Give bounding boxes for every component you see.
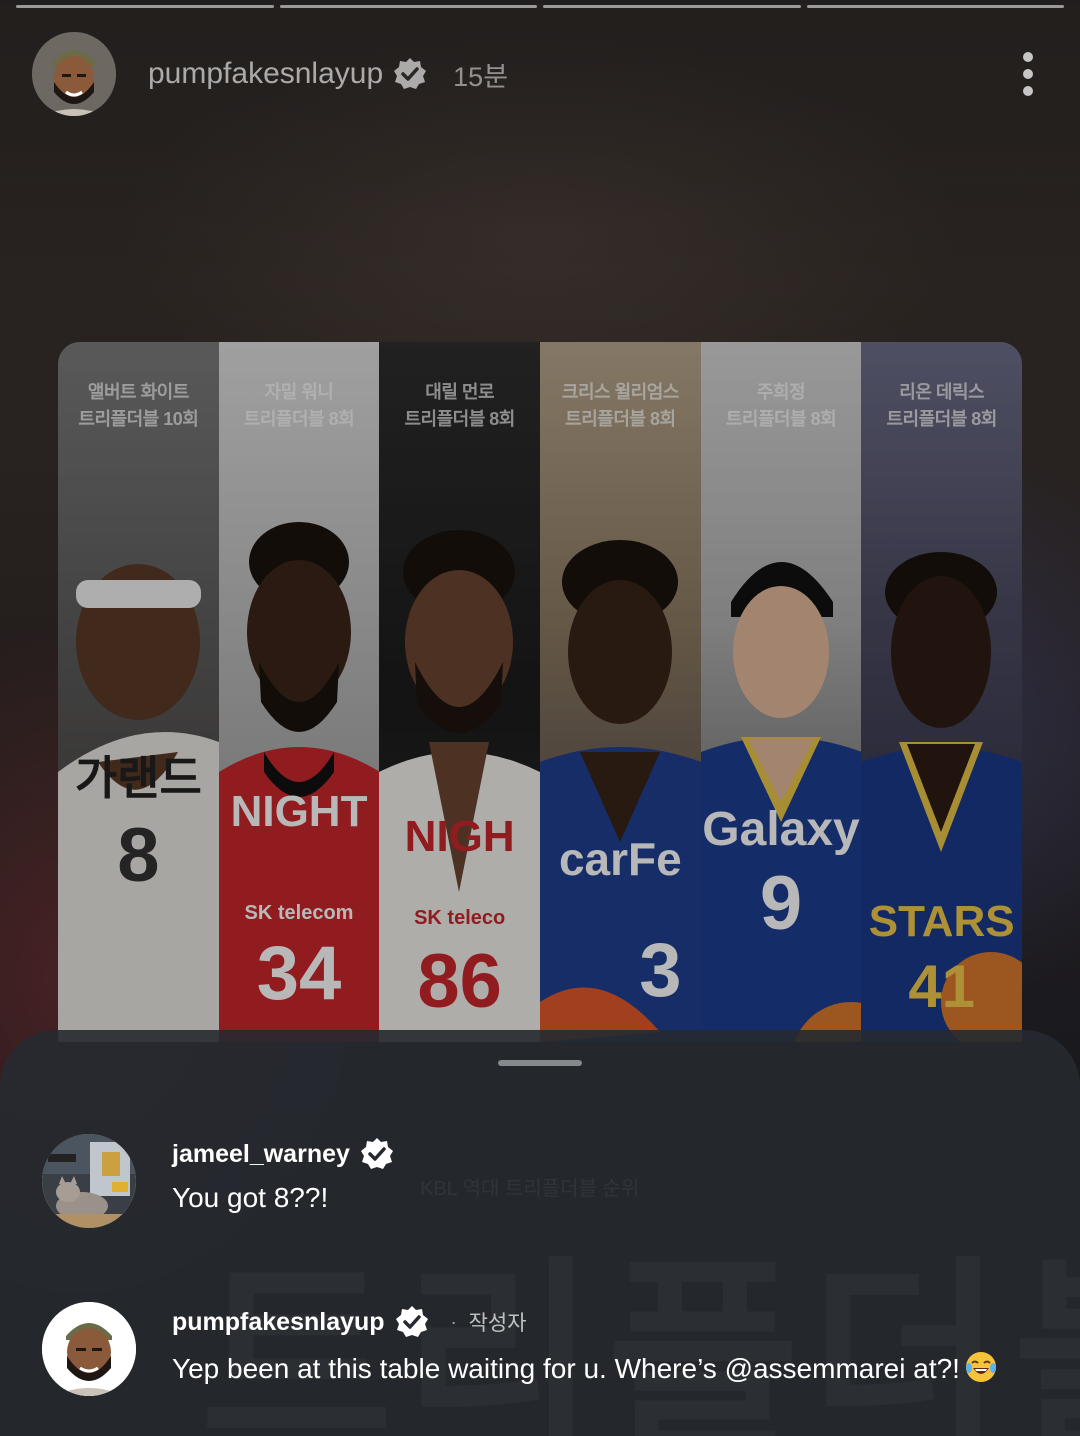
jersey-number: 41: [908, 953, 976, 1020]
player-record: 트리플더블 8회: [243, 409, 355, 429]
player-photo: [700, 562, 862, 1042]
player-name: 앨버트 화이트: [87, 382, 189, 402]
jersey-number: 8: [117, 813, 160, 898]
comment-text: You got 8??!: [172, 1182, 329, 1213]
reply-comment: pumpfakesnlayup · 작성자 Yep been at this t…: [42, 1302, 1060, 1396]
player-name: 리온 데릭스: [899, 382, 985, 402]
comment-text: Yep been at this table waiting for u. Wh…: [172, 1350, 998, 1385]
jersey-text: Galaxy: [702, 803, 860, 856]
verified-badge-icon: [395, 1305, 429, 1339]
jersey-text: carFe: [558, 833, 682, 885]
bearded-man-avatar-icon: [42, 1302, 136, 1396]
jersey-sponsor: SK teleco: [414, 907, 506, 929]
jersey-number: 34: [256, 931, 342, 1016]
progress-segment: [279, 5, 537, 8]
verified-badge-icon: [393, 57, 427, 91]
face-with-tears-of-joy-icon: [964, 1350, 998, 1384]
player-panel: 리온 데릭스 트리플더블 8회 STARS 41: [861, 342, 1022, 1042]
player-record: 트리플더블 8회: [886, 409, 998, 429]
post-timestamp: 15분: [453, 61, 509, 92]
commenter-avatar[interactable]: [42, 1302, 136, 1396]
jersey-text: 가랜드: [74, 752, 202, 804]
author-avatar[interactable]: [32, 32, 116, 116]
jersey-sponsor: SK telecom: [244, 902, 354, 924]
player-record: 트리플더블 8회: [404, 409, 515, 429]
jersey-text: STARS: [868, 897, 1015, 946]
player-name: 크리스 윌리엄스: [561, 382, 679, 402]
author-separator: ·: [450, 1311, 457, 1332]
commenter-username[interactable]: pumpfakesnlayup: [172, 1308, 385, 1337]
jersey-text: NIGH: [404, 812, 515, 861]
jersey-text: NIGHT: [230, 787, 368, 836]
comment-text-body: Yep been at this table waiting for u. Wh…: [172, 1353, 960, 1384]
player-panel: 자밀 워니 트리플더블 8회 NIGHT SK telecom 34: [218, 342, 380, 1042]
player-record: 트리플더블 8회: [725, 409, 837, 429]
commenter-avatar[interactable]: [42, 1134, 136, 1228]
story-graphic: 앨버트 화이트 트리플더블 10회 가랜드 8 자밀 워니 트리플더블 8회 N…: [58, 342, 1022, 1042]
progress-segment: [16, 5, 274, 8]
author-username[interactable]: pumpfakesnlayup: [148, 57, 383, 91]
story-header: pumpfakesnlayup 15분: [32, 32, 1040, 116]
bearded-man-avatar-icon: [32, 32, 116, 116]
sheet-handle[interactable]: [498, 1060, 582, 1066]
progress-segment: [543, 5, 801, 8]
player-panel: 크리스 윌리엄스 트리플더블 8회 carFe 3: [540, 342, 701, 1042]
commenter-username[interactable]: jameel_warney: [172, 1140, 350, 1169]
reply-comment: jameel_warney You got 8??!: [42, 1134, 1060, 1228]
player-record: 트리플더블 8회: [565, 409, 676, 429]
player-panel: 앨버트 화이트 트리플더블 10회 가랜드 8: [58, 342, 219, 1042]
player-panel: 주희정 트리플더블 8회 Galaxy 9: [700, 342, 862, 1042]
player-panel: 대릴 먼로 트리플더블 8회 NIGH SK teleco 86: [379, 342, 541, 1042]
cat-room-avatar-icon: [42, 1134, 136, 1228]
player-name: 주희정: [756, 382, 806, 402]
jersey-number: 3: [639, 928, 682, 1013]
jersey-number: 86: [417, 939, 502, 1024]
player-name: 대릴 먼로: [425, 382, 495, 402]
player-name: 자밀 워니: [264, 382, 334, 402]
jersey-number: 9: [759, 861, 803, 946]
more-vertical-icon[interactable]: [1016, 52, 1040, 96]
author-label: 작성자: [468, 1312, 527, 1335]
player-record: 트리플더블 10회: [78, 409, 199, 429]
verified-badge-icon: [360, 1137, 394, 1171]
progress-segment: [806, 5, 1064, 8]
story-progress-bar: [16, 5, 1064, 8]
replies-sheet: KBL 역대 트리플더블 순위 트리플더블 jameel_warney: [0, 1030, 1080, 1436]
